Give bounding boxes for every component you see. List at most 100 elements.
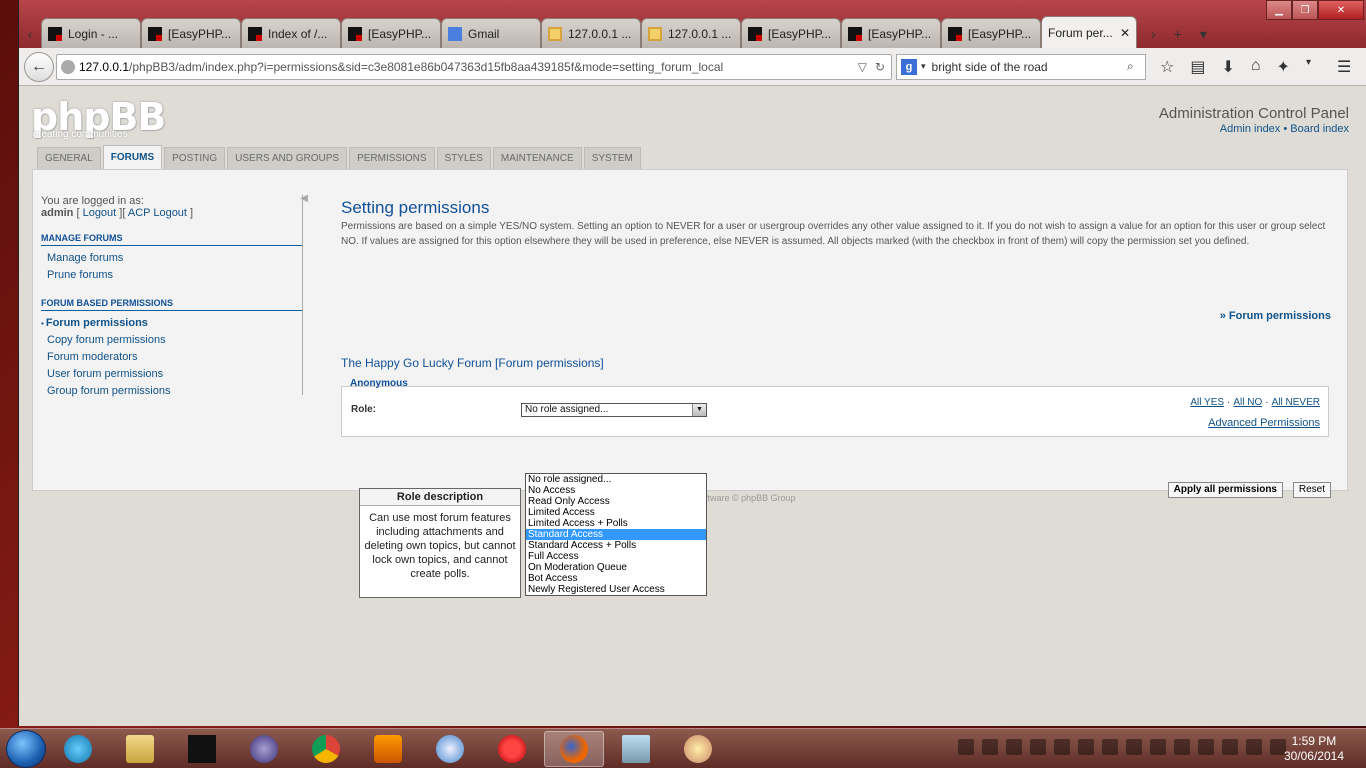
- tray-app-icon[interactable]: [982, 739, 998, 755]
- start-button[interactable]: [6, 729, 46, 768]
- browser-tab[interactable]: Login - ...: [41, 18, 141, 48]
- acp-tab-system[interactable]: SYSTEM: [583, 147, 641, 169]
- role-option[interactable]: Newly Registered User Access: [526, 584, 706, 595]
- sidebar-item-forum-permissions[interactable]: Forum permissions: [46, 315, 302, 332]
- extension-icon[interactable]: ✦: [1277, 57, 1290, 77]
- tray-app-icon[interactable]: [1222, 739, 1238, 755]
- network-icon[interactable]: [1198, 739, 1214, 755]
- advanced-permissions-link[interactable]: Advanced Permissions: [1208, 417, 1320, 429]
- chrome-icon[interactable]: [296, 731, 356, 767]
- tray-app-icon[interactable]: [1006, 739, 1022, 755]
- browser-tab[interactable]: 127.0.0.1 ...: [541, 18, 641, 48]
- home-icon[interactable]: ⌂: [1251, 57, 1261, 77]
- browser-tab[interactable]: Forum per... ✕: [1041, 16, 1137, 48]
- role-option[interactable]: No Access: [526, 485, 706, 496]
- tray-app-icon[interactable]: [1150, 739, 1166, 755]
- action-center-icon[interactable]: [1174, 739, 1190, 755]
- menu-icon[interactable]: ☰: [1337, 57, 1351, 77]
- notepad-icon[interactable]: [606, 731, 666, 767]
- bookmark-star-icon[interactable]: ☆: [1160, 57, 1174, 77]
- google-search-engine-icon[interactable]: g: [901, 58, 917, 75]
- all-never-link[interactable]: All NEVER: [1272, 397, 1320, 408]
- internet-explorer-icon[interactable]: [48, 731, 108, 767]
- bluetooth-icon[interactable]: [1102, 739, 1118, 755]
- select-arrow-icon[interactable]: ▼: [692, 404, 706, 416]
- role-option[interactable]: Bot Access: [526, 573, 706, 584]
- browser-tab[interactable]: [EasyPHP...: [741, 18, 841, 48]
- role-option[interactable]: No role assigned...: [526, 474, 706, 485]
- reading-list-icon[interactable]: ▤: [1190, 57, 1205, 77]
- paint-icon[interactable]: [668, 731, 728, 767]
- tab-scroll-right-icon[interactable]: ›: [1151, 26, 1156, 42]
- tray-app-icon[interactable]: [1054, 739, 1070, 755]
- acp-tab-maintenance[interactable]: MAINTENANCE: [492, 147, 582, 169]
- sidebar-item-user-forum-permissions[interactable]: User forum permissions: [47, 366, 302, 383]
- sidebar-item-group-forum-permissions[interactable]: Group forum permissions: [47, 383, 302, 400]
- browser-tab[interactable]: Gmail: [441, 18, 541, 48]
- back-button[interactable]: ←: [24, 51, 54, 82]
- tray-app-icon[interactable]: [1030, 739, 1046, 755]
- role-option[interactable]: Limited Access: [526, 507, 706, 518]
- search-bar[interactable]: g ▾ bright side of the road ⌕: [896, 53, 1146, 80]
- tray-app-icon[interactable]: [1078, 739, 1094, 755]
- role-option[interactable]: Limited Access + Polls: [526, 518, 706, 529]
- downloads-icon[interactable]: ⬇: [1221, 57, 1234, 77]
- eclipse-icon[interactable]: [234, 731, 294, 767]
- acp-tab-forums[interactable]: FORUMS: [102, 145, 163, 169]
- role-select[interactable]: No role assigned... ▼: [521, 403, 707, 417]
- acp-tab-permissions[interactable]: PERMISSIONS: [349, 147, 435, 169]
- tab-scroll-left-icon[interactable]: ‹: [19, 20, 41, 48]
- media-player-icon[interactable]: [358, 731, 418, 767]
- search-icon[interactable]: ⌕: [1127, 59, 1145, 74]
- acp-tab-styles[interactable]: STYLES: [436, 147, 491, 169]
- browser-tab[interactable]: [EasyPHP...: [941, 18, 1041, 48]
- file-explorer-icon[interactable]: [110, 731, 170, 767]
- apply-all-button[interactable]: Apply all permissions: [1167, 482, 1283, 498]
- browser-tab[interactable]: Index of /...: [241, 18, 341, 48]
- firefox-icon[interactable]: [544, 730, 604, 767]
- reload-icon[interactable]: ↻: [875, 60, 885, 74]
- all-yes-link[interactable]: All YES: [1190, 397, 1224, 408]
- close-tab-icon[interactable]: ✕: [1120, 26, 1130, 40]
- new-tab-icon[interactable]: +: [1174, 26, 1182, 42]
- acrobat-icon[interactable]: [1126, 739, 1142, 755]
- tray-app-icon[interactable]: [958, 739, 974, 755]
- tray-app-icon[interactable]: [1246, 739, 1262, 755]
- acp-tab-posting[interactable]: POSTING: [164, 147, 226, 169]
- address-bar[interactable]: 127.0.0.1/phpBB3/adm/index.php?i=permiss…: [56, 53, 892, 80]
- engine-dropdown-icon[interactable]: ▾: [921, 61, 926, 72]
- extension-dropdown-icon[interactable]: ▾: [1306, 57, 1311, 77]
- role-option[interactable]: Full Access: [526, 551, 706, 562]
- dropdown-arrow-icon[interactable]: ▽: [858, 60, 867, 74]
- browser-tab[interactable]: [EasyPHP...: [141, 18, 241, 48]
- role-option[interactable]: Standard Access: [526, 529, 706, 540]
- browser-tab[interactable]: [EasyPHP...: [341, 18, 441, 48]
- acp-tab-users-and-groups[interactable]: USERS AND GROUPS: [227, 147, 348, 169]
- clock[interactable]: 1:59 PM 30/06/2014: [1284, 734, 1344, 764]
- easyphp-icon[interactable]: [172, 731, 232, 767]
- site-identity-icon[interactable]: [61, 59, 75, 74]
- browser-tab[interactable]: [EasyPHP...: [841, 18, 941, 48]
- acp-tab-general[interactable]: GENERAL: [37, 147, 101, 169]
- sidebar-item-copy-forum-permissions[interactable]: Copy forum permissions: [47, 332, 302, 349]
- sidebar-item-forum-moderators[interactable]: Forum moderators: [47, 349, 302, 366]
- role-option[interactable]: Read Only Access: [526, 496, 706, 507]
- logout-link[interactable]: Logout: [83, 207, 117, 219]
- acp-logout-link[interactable]: ACP Logout: [128, 207, 187, 219]
- forum-permissions-back-link[interactable]: » Forum permissions: [1220, 310, 1331, 322]
- all-no-link[interactable]: All NO: [1233, 397, 1262, 408]
- safari-icon[interactable]: [420, 731, 480, 767]
- close-window-icon[interactable]: ✕: [1318, 0, 1364, 20]
- minimize-icon[interactable]: ▁: [1266, 0, 1292, 20]
- admin-index-link[interactable]: Admin index: [1220, 123, 1281, 135]
- role-option[interactable]: Standard Access + Polls: [526, 540, 706, 551]
- sidebar-item-manage-forums[interactable]: Manage forums: [47, 250, 302, 267]
- reset-button[interactable]: Reset: [1292, 482, 1331, 498]
- board-index-link[interactable]: Board index: [1290, 123, 1349, 135]
- collapse-sidebar-icon[interactable]: ◀: [300, 193, 308, 204]
- opera-icon[interactable]: [482, 731, 542, 767]
- browser-tab[interactable]: 127.0.0.1 ...: [641, 18, 741, 48]
- sidebar-item-prune-forums[interactable]: Prune forums: [47, 267, 302, 284]
- tab-list-icon[interactable]: ▾: [1200, 26, 1207, 43]
- maximize-icon[interactable]: ❐: [1292, 0, 1318, 20]
